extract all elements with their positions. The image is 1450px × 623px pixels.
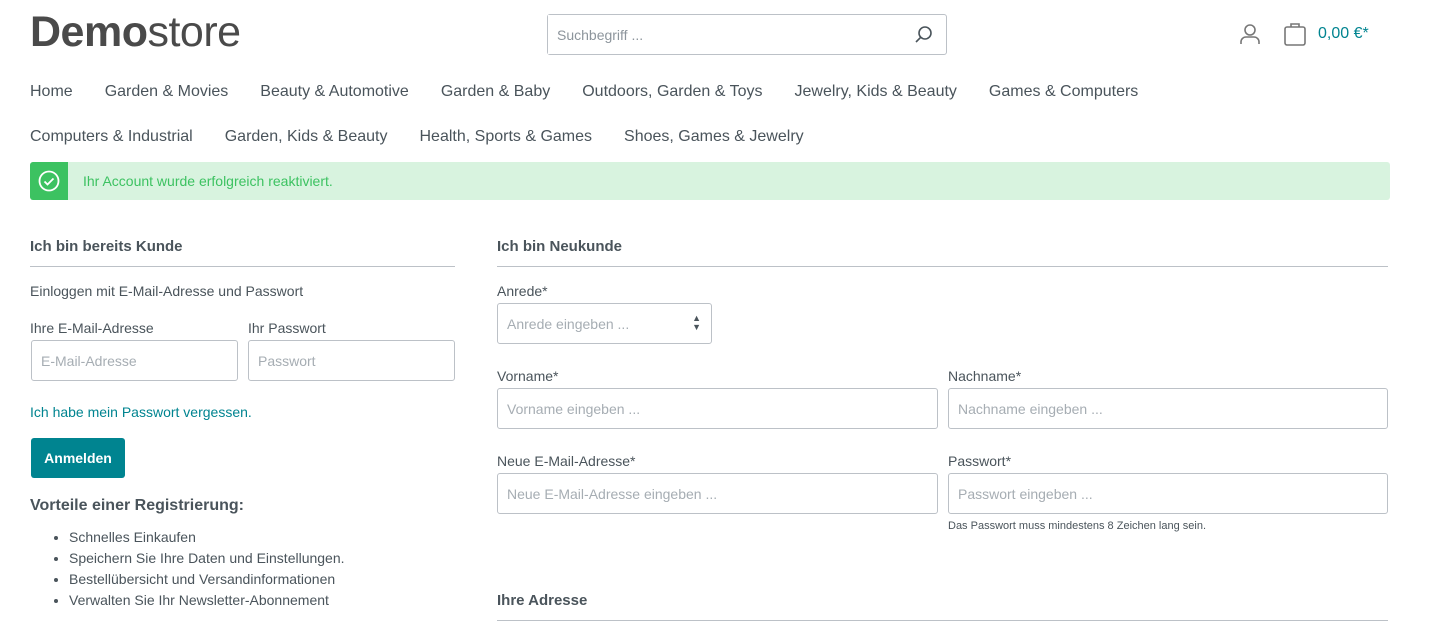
nav-item[interactable]: Garden & Baby bbox=[441, 83, 550, 100]
divider bbox=[497, 266, 1388, 267]
logo-bold: Demo bbox=[30, 8, 148, 56]
select-arrows-icon: ▲ ▼ bbox=[692, 313, 701, 332]
logo[interactable]: Demostore bbox=[30, 8, 241, 57]
divider bbox=[30, 266, 455, 267]
register-title: Ich bin Neukunde bbox=[497, 238, 623, 255]
login-password-input[interactable] bbox=[248, 340, 455, 381]
lastname-input[interactable] bbox=[948, 388, 1388, 429]
main-nav-row-2: Computers & Industrial Garden, Kids & Bea… bbox=[30, 128, 836, 146]
salutation-select[interactable]: Anrede eingeben ... ▲ ▼ bbox=[497, 303, 712, 344]
success-alert: Ihr Account wurde erfolgreich reaktivier… bbox=[30, 162, 1390, 200]
firstname-label: Vorname* bbox=[497, 368, 559, 384]
nav-item[interactable]: Outdoors, Garden & Toys bbox=[582, 83, 762, 100]
divider bbox=[497, 620, 1388, 621]
nav-item[interactable]: Computers & Industrial bbox=[30, 128, 193, 145]
login-intro: Einloggen mit E-Mail-Adresse und Passwor… bbox=[30, 283, 304, 299]
list-item: Bestellübersicht und Versandinformatione… bbox=[69, 569, 345, 590]
new-email-label: Neue E-Mail-Adresse* bbox=[497, 453, 636, 469]
login-title: Ich bin bereits Kunde bbox=[30, 238, 183, 255]
password-hint: Das Passwort muss mindestens 8 Zeichen l… bbox=[948, 520, 1207, 532]
nav-item[interactable]: Health, Sports & Games bbox=[420, 128, 593, 145]
cart-icon[interactable] bbox=[1284, 22, 1306, 51]
nav-item[interactable]: Home bbox=[30, 83, 73, 100]
account-icon[interactable] bbox=[1239, 23, 1261, 50]
email-label: Ihre E-Mail-Adresse bbox=[30, 320, 154, 336]
benefits-list: Schnelles Einkaufen Speichern Sie Ihre D… bbox=[30, 527, 345, 611]
search-input[interactable] bbox=[548, 15, 888, 54]
nav-item[interactable]: Beauty & Automotive bbox=[260, 83, 409, 100]
salutation-placeholder: Anrede eingeben ... bbox=[507, 316, 630, 332]
password-label: Ihr Passwort bbox=[248, 320, 326, 336]
nav-item[interactable]: Garden, Kids & Beauty bbox=[225, 128, 388, 145]
address-title: Ihre Adresse bbox=[497, 592, 588, 609]
logo-light: store bbox=[147, 8, 241, 56]
new-password-label: Passwort* bbox=[948, 453, 1012, 469]
salutation-label: Anrede* bbox=[497, 283, 548, 299]
benefits-title: Vorteile einer Registrierung: bbox=[30, 497, 244, 514]
nav-item[interactable]: Shoes, Games & Jewelry bbox=[624, 128, 804, 145]
list-item: Verwalten Sie Ihr Newsletter-Abonnement bbox=[69, 590, 345, 611]
nav-item[interactable]: Games & Computers bbox=[989, 83, 1138, 100]
firstname-input[interactable] bbox=[497, 388, 938, 429]
login-email-input[interactable] bbox=[31, 340, 238, 381]
check-circle-icon bbox=[30, 162, 68, 200]
new-password-input[interactable] bbox=[948, 473, 1388, 514]
login-button[interactable]: Anmelden bbox=[31, 438, 125, 478]
new-email-input[interactable] bbox=[497, 473, 938, 514]
nav-item[interactable]: Jewelry, Kids & Beauty bbox=[794, 83, 956, 100]
list-item: Speichern Sie Ihre Daten und Einstellung… bbox=[69, 548, 345, 569]
forgot-password-link[interactable]: Ich habe mein Passwort vergessen. bbox=[30, 404, 252, 420]
search-box bbox=[547, 14, 947, 55]
cart-total[interactable]: 0,00 €* bbox=[1318, 25, 1369, 43]
lastname-label: Nachname* bbox=[948, 368, 1022, 384]
search-icon[interactable] bbox=[914, 25, 934, 50]
nav-item[interactable]: Garden & Movies bbox=[105, 83, 229, 100]
list-item: Schnelles Einkaufen bbox=[69, 527, 345, 548]
alert-text: Ihr Account wurde erfolgreich reaktivier… bbox=[83, 173, 333, 189]
main-nav-row-1: Home Garden & Movies Beauty & Automotive Ga… bbox=[30, 83, 1170, 101]
